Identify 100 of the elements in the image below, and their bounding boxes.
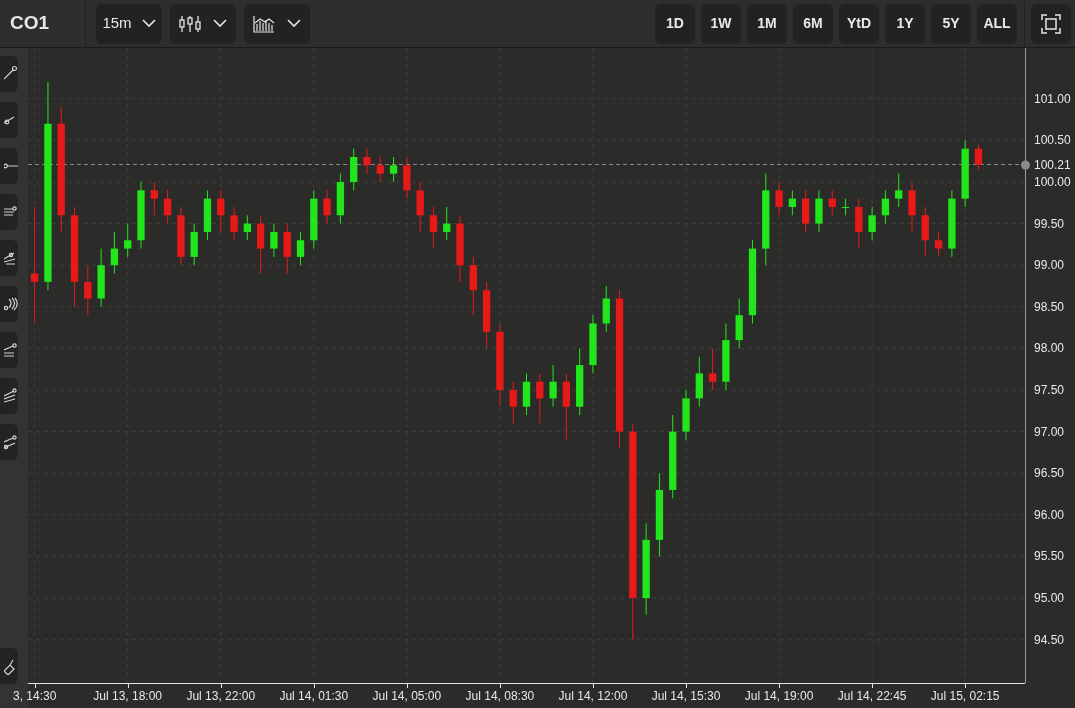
candle [841,198,850,216]
candle [708,347,717,391]
candle [363,148,371,175]
drawing-tool-button[interactable] [0,102,18,138]
candle [243,214,251,241]
drawing-tool-button[interactable] [0,332,18,368]
price-axis-label: 99.00 [1034,258,1065,273]
time-axis-label: Jul 14, 12:00 [558,689,628,703]
candle [602,285,610,333]
price-axis-label: 95.50 [1034,549,1065,564]
candle [310,189,318,250]
price-axis-label: 98.50 [1034,299,1065,314]
candle [443,206,451,241]
candle [230,206,238,241]
chevron-down-icon [213,19,227,28]
time-axis-label: Jul 15, 02:15 [930,689,1000,703]
candle [788,189,796,216]
candle [509,381,517,424]
last-price-label: 100.21 [1034,157,1071,172]
candle [163,189,172,225]
chart-type-dropdown[interactable] [170,3,236,44]
price-axis-label: 97.00 [1034,424,1065,439]
candlestick-icon [179,14,201,33]
drawing-tool-icon [4,387,18,405]
price-axis-label: 100.00 [1034,175,1071,189]
candle [376,156,384,183]
candle [389,156,398,183]
price-axis-label: 95.00 [1034,591,1065,606]
time-axis-label: Jul 14, 15:30 [651,689,721,703]
drawing-tool-button[interactable] [0,378,18,414]
candle [549,364,557,408]
candle [270,223,278,258]
candle [828,189,836,216]
range-button[interactable]: 5Y [931,3,971,44]
candle [934,231,943,258]
chevron-down-icon [141,19,156,28]
drawing-tool-button[interactable] [0,648,18,684]
drawing-tool-icon [4,295,18,313]
range-button[interactable]: ALL [977,3,1017,44]
candle [815,189,823,233]
candle [974,144,983,170]
candle [456,214,464,283]
candle [562,372,571,441]
price-axis-label: 97.50 [1034,383,1065,398]
last-price-marker [1021,160,1030,169]
drawing-tool-button[interactable] [0,424,18,460]
candle [775,181,783,216]
time-axis-label: Jul 14, 22:45 [837,689,907,703]
candle [177,206,185,266]
candle [589,314,597,374]
drawing-tool-button[interactable] [0,56,18,92]
candle [482,281,491,349]
drawing-tool-button[interactable] [0,240,18,276]
candle [257,214,265,275]
price-axis-label: 94.50 [1034,632,1065,647]
range-button[interactable]: 1W [701,3,741,44]
drawing-tool-icon [4,433,18,451]
candle [895,173,903,208]
candle [536,372,544,424]
candle [203,189,212,241]
candle [881,189,890,225]
indicator-dropdown[interactable] [244,3,310,44]
fullscreen-icon [1041,13,1061,34]
candle [855,198,863,250]
price-axis-label: 99.50 [1034,216,1065,231]
candle [110,231,119,275]
price-axis-label: 101.00 [1034,91,1071,106]
candle [350,148,358,191]
chevron-down-icon [287,19,301,28]
candle [961,139,969,208]
candle [921,206,929,258]
candle [469,256,477,316]
range-button[interactable]: 6M [793,3,833,44]
candle [283,223,291,275]
time-axis-label: Jul 14, 08:30 [465,689,535,703]
candle [868,206,876,241]
candle [695,356,703,408]
fullscreen-button[interactable] [1031,3,1071,44]
time-axis-label: 3, 14:30 [12,689,57,703]
time-axis-label: Jul 13, 18:00 [93,689,163,703]
candle [137,181,145,250]
interval-dropdown[interactable]: 15m [96,3,162,44]
candle [522,372,531,416]
time-axis-label: Jul 14, 05:00 [372,689,442,703]
price-axis-label: 100.50 [1034,133,1071,148]
range-button[interactable]: 1D [655,3,695,44]
time-axis-label: Jul 14, 01:30 [279,689,349,703]
range-button[interactable]: 1Y [885,3,925,44]
drawing-tool-button[interactable] [0,286,18,322]
candle [84,264,92,316]
candle [576,347,584,416]
candle [336,173,345,225]
candle [416,181,424,233]
range-button[interactable]: 1M [747,3,787,44]
time-axis-label: Jul 13, 22:00 [186,689,256,703]
range-button[interactable]: YtD [839,3,879,44]
candle [802,189,810,233]
drawing-tool-icon [4,341,18,359]
candle [948,189,956,258]
symbol-label: CO1 [9,11,51,36]
